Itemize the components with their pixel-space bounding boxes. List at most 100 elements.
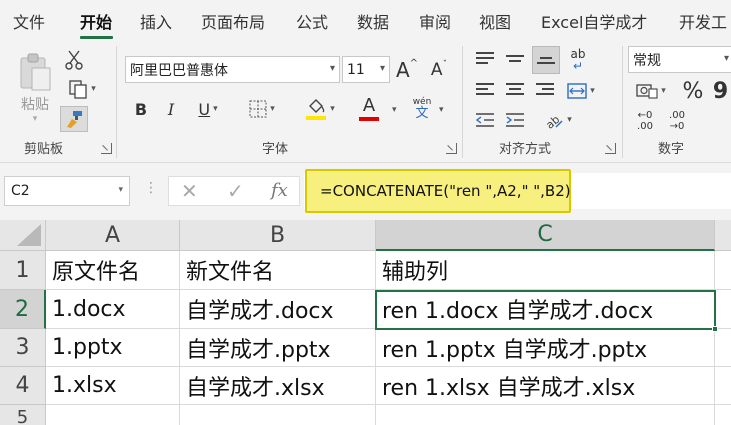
formula-input[interactable]: =CONCATENATE("ren ",A2," ",B2) <box>305 169 571 213</box>
group-divider <box>116 46 117 158</box>
align-middle-button[interactable] <box>502 48 528 72</box>
shrink-font-button[interactable]: Aˇ <box>426 56 452 83</box>
column-header-c[interactable]: C <box>376 220 715 251</box>
cell-b1[interactable]: 新文件名 <box>180 251 376 290</box>
tab-view[interactable]: 视图 <box>479 9 511 33</box>
chevron-down-icon: ▾ <box>330 104 335 114</box>
paste-button[interactable]: 粘贴 ▾ <box>14 48 56 128</box>
increase-decimal-button[interactable]: ←0 .00 <box>630 108 660 134</box>
cut-button[interactable] <box>62 48 86 72</box>
alignment-launcher-icon[interactable] <box>605 143 616 154</box>
cell-d3[interactable] <box>715 329 731 367</box>
underline-button[interactable]: U ▾ <box>188 96 228 122</box>
cell-a3[interactable]: 1.pptx <box>46 329 180 367</box>
cancel-icon[interactable]: ✕ <box>181 179 198 203</box>
borders-button[interactable]: ▾ <box>240 96 284 122</box>
cell-a4[interactable]: 1.xlsx <box>46 367 180 405</box>
fill-color-button[interactable]: ▾ <box>298 94 342 124</box>
font-name-select[interactable]: 阿里巴巴普惠体 ▾ <box>125 56 340 83</box>
row-header-2[interactable]: 2 <box>0 290 46 329</box>
tab-home[interactable]: 开始 <box>80 9 112 33</box>
tab-developer[interactable]: 开发工 <box>679 9 727 33</box>
font-size-select[interactable]: 11 ▾ <box>342 56 390 83</box>
cell-d5[interactable] <box>715 405 731 425</box>
phonetic-guide-button[interactable]: wén 文 <box>402 94 442 124</box>
align-bottom-button[interactable] <box>532 46 560 74</box>
tab-insert[interactable]: 插入 <box>140 9 172 33</box>
cell-c2[interactable]: ren 1.docx 自学成才.docx <box>376 290 715 329</box>
cell-c4[interactable]: ren 1.xlsx 自学成才.xlsx <box>376 367 715 405</box>
tab-formulas[interactable]: 公式 <box>296 9 328 33</box>
shrink-font-icon: A <box>430 59 443 80</box>
paste-icon <box>20 53 51 91</box>
font-name-value: 阿里巴巴普惠体 <box>130 62 228 79</box>
row-header-1[interactable]: 1 <box>0 251 46 290</box>
align-left-button[interactable] <box>472 79 498 103</box>
increase-indent-button[interactable] <box>502 108 528 132</box>
cell-c1[interactable]: 辅助列 <box>376 251 715 290</box>
drag-handle-icon[interactable]: ⋮ <box>144 180 158 196</box>
cell-b4[interactable]: 自学成才.xlsx <box>180 367 376 405</box>
paste-label: 粘贴 <box>21 97 49 113</box>
format-painter-button[interactable] <box>60 106 88 132</box>
align-top-icon <box>476 52 494 68</box>
paintbrush-icon <box>67 111 82 128</box>
select-all-button[interactable] <box>0 220 46 251</box>
active-tab-indicator <box>80 36 113 39</box>
font-color-button[interactable]: A <box>348 94 390 124</box>
tab-excel-zixue[interactable]: Excel自学成才 <box>541 9 647 33</box>
font-launcher-icon[interactable] <box>446 143 457 154</box>
chevron-down-icon: ▾ <box>392 105 397 115</box>
cell-d1[interactable] <box>715 251 731 290</box>
italic-button[interactable]: I <box>160 96 182 122</box>
cell-c3[interactable]: ren 1.pptx 自学成才.pptx <box>376 329 715 367</box>
align-right-icon <box>536 83 554 99</box>
row-header-5[interactable]: 5 <box>0 405 46 425</box>
name-box[interactable]: C2 ▾ <box>4 176 130 206</box>
cell-c5[interactable] <box>376 405 715 425</box>
cell-b5[interactable] <box>180 405 376 425</box>
align-top-button[interactable] <box>472 48 498 72</box>
tab-file[interactable]: 文件 <box>13 9 45 33</box>
cell-a1[interactable]: 原文件名 <box>46 251 180 290</box>
decrease-decimal-button[interactable]: .00 →0 <box>662 108 692 134</box>
insert-function-icon[interactable]: fx <box>271 180 288 201</box>
cell-a5[interactable] <box>46 405 180 425</box>
wrap-text-button[interactable]: ab ↵ <box>565 46 591 74</box>
align-right-button[interactable] <box>532 79 558 103</box>
clipboard-launcher-icon[interactable] <box>101 143 112 154</box>
tab-review[interactable]: 审阅 <box>419 9 451 33</box>
row-header-3[interactable]: 3 <box>0 329 46 367</box>
row-header-4[interactable]: 4 <box>0 367 46 405</box>
comma-style-button[interactable]: 9 <box>710 77 731 105</box>
tab-page-layout[interactable]: 页面布局 <box>201 9 265 33</box>
percent-style-button[interactable]: % <box>680 77 706 105</box>
accounting-format-button[interactable]: ▾ <box>630 79 672 103</box>
alignment-group-label: 对齐方式 <box>499 142 552 157</box>
merge-center-button[interactable]: ▾ <box>562 79 600 103</box>
copy-icon <box>69 80 87 99</box>
orientation-button[interactable]: ab ▾ <box>538 108 578 132</box>
chevron-down-icon: ▾ <box>270 104 275 114</box>
cell-b2[interactable]: 自学成才.docx <box>180 290 376 329</box>
cell-d4[interactable] <box>715 367 731 405</box>
number-format-select[interactable]: 常规 ▾ <box>628 46 731 73</box>
grow-font-button[interactable]: A ^ <box>394 56 420 83</box>
copy-button[interactable]: ▾ <box>62 77 102 101</box>
phonetic-bottom: 文 <box>415 106 429 121</box>
cell-b3[interactable]: 自学成才.pptx <box>180 329 376 367</box>
decrease-indent-button[interactable] <box>472 108 498 132</box>
column-header-b[interactable]: B <box>180 220 376 251</box>
name-box-value: C2 <box>11 183 30 199</box>
cell-d2[interactable] <box>715 290 731 329</box>
enter-icon[interactable]: ✓ <box>227 179 244 203</box>
bold-button[interactable]: B <box>130 96 152 122</box>
column-header-d[interactable] <box>715 220 731 251</box>
align-center-button[interactable] <box>502 79 528 103</box>
underline-label: U <box>198 99 211 119</box>
fill-handle[interactable] <box>712 326 718 332</box>
cell-a2[interactable]: 1.docx <box>46 290 180 329</box>
column-header-a[interactable]: A <box>46 220 180 251</box>
tab-data[interactable]: 数据 <box>357 9 389 33</box>
font-group-label: 字体 <box>262 142 289 157</box>
